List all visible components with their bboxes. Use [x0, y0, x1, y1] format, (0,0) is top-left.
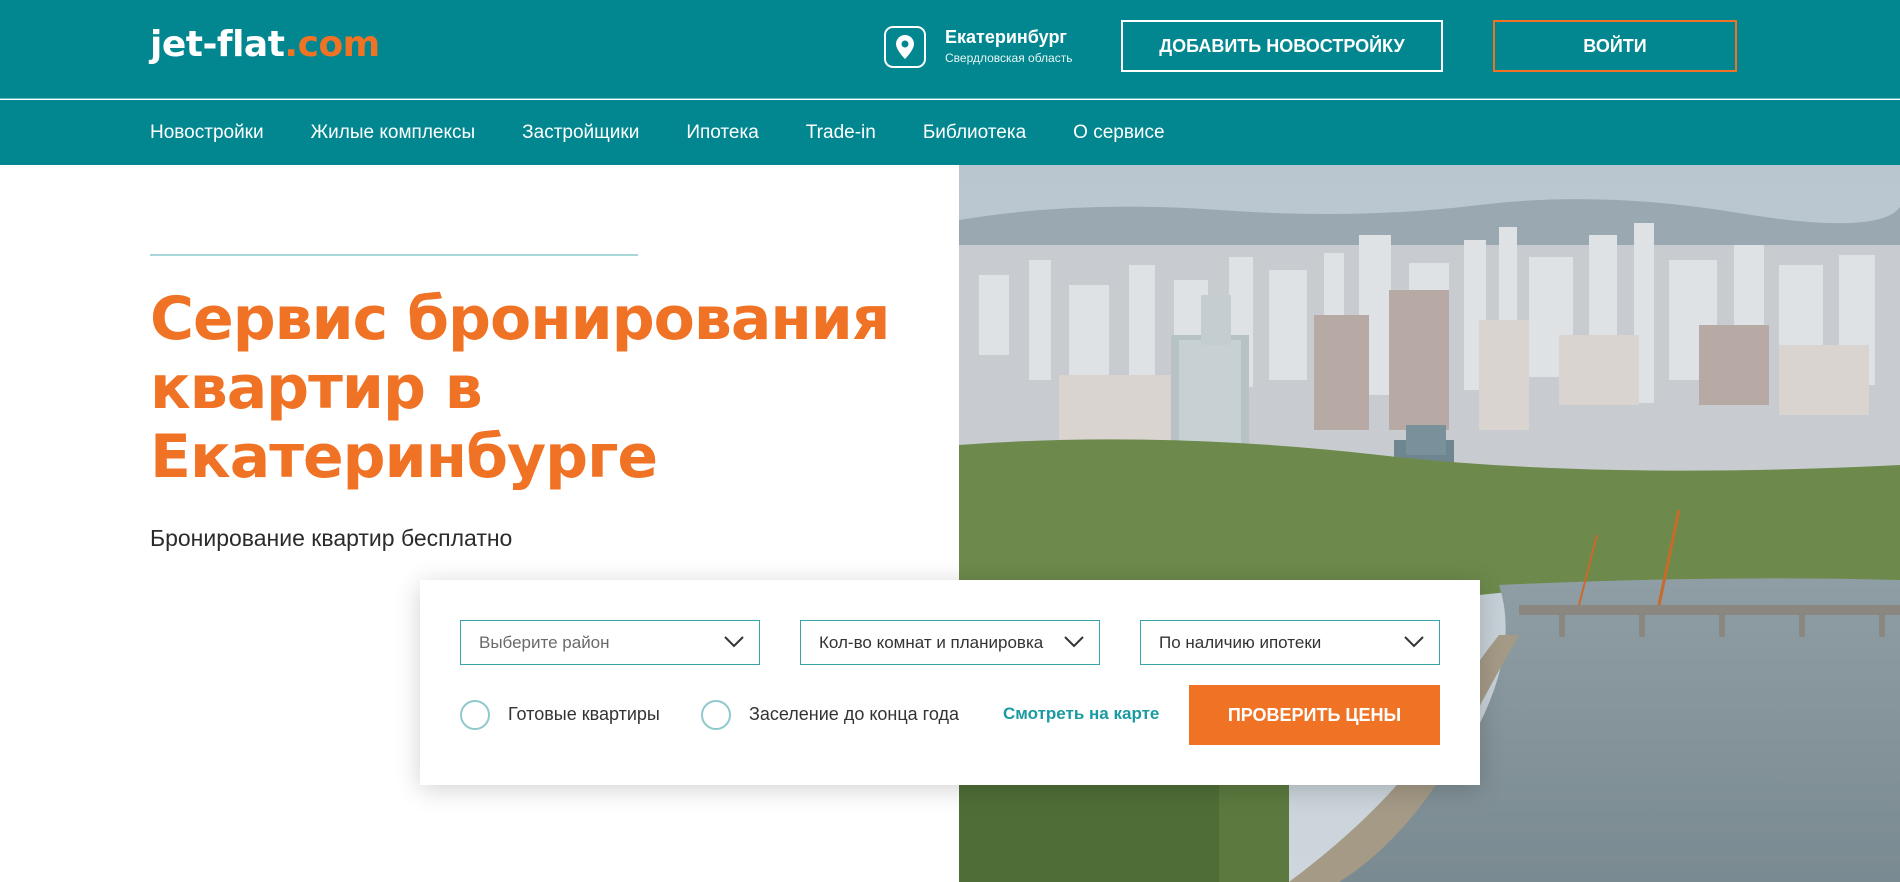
nav-item-library[interactable]: Библиотека [923, 122, 1026, 144]
mortgage-select-value: По наличию ипотеки [1159, 633, 1322, 652]
city-name[interactable]: Екатеринбург [945, 27, 1067, 48]
nav-item-mortgage[interactable]: Ипотека [686, 122, 758, 144]
logo-main: jet-flat [150, 24, 285, 65]
logo-tld: .com [284, 24, 380, 65]
hero-title-line-1: Сервис бронирования [150, 284, 890, 354]
chevron-down-icon [1403, 635, 1425, 654]
search-panel: Выберите район Кол-во комнат и планировк… [420, 580, 1480, 785]
move-in-radio-circle[interactable] [701, 700, 731, 730]
rooms-select[interactable]: Кол-во комнат и планировка [800, 620, 1100, 665]
main-nav: Новостройки Жилые комплексы Застройщики … [0, 100, 1900, 165]
hero-title-line-3: Екатеринбурге [150, 422, 658, 492]
nav-item-new-buildings[interactable]: Новостройки [150, 122, 264, 144]
login-button[interactable]: ВОЙТИ [1493, 20, 1737, 72]
nav-item-residential-complexes[interactable]: Жилые комплексы [311, 122, 476, 144]
chevron-down-icon [723, 635, 745, 654]
chevron-down-icon [1063, 635, 1085, 654]
mortgage-select[interactable]: По наличию ипотеки [1140, 620, 1440, 665]
map-pin-icon[interactable] [884, 26, 926, 68]
check-prices-button[interactable]: ПРОВЕРИТЬ ЦЕНЫ [1189, 685, 1440, 745]
add-new-building-button[interactable]: ДОБАВИТЬ НОВОСТРОЙКУ [1121, 20, 1443, 72]
district-select-value: Выберите район [479, 633, 610, 652]
nav-list: Новостройки Жилые комплексы Застройщики … [150, 100, 1212, 165]
hero-title: Сервис бронирования квартир в Екатеринбу… [150, 285, 950, 492]
top-header: jet-flat.com Екатеринбург Свердловская о… [0, 0, 1900, 99]
hero-title-line-2: квартир в [150, 353, 483, 423]
ready-apartments-radio-circle[interactable] [460, 700, 490, 730]
rooms-select-value: Кол-во комнат и планировка [819, 633, 1044, 652]
hero-subtitle: Бронирование квартир бесплатно [150, 525, 513, 551]
nav-item-about[interactable]: О сервисе [1073, 122, 1164, 144]
nav-item-developers[interactable]: Застройщики [522, 122, 639, 144]
site-logo[interactable]: jet-flat.com [150, 24, 380, 65]
ready-apartments-label[interactable]: Готовые квартиры [508, 704, 660, 725]
move-in-label[interactable]: Заселение до конца года [749, 704, 959, 725]
city-region: Свердловская область [945, 51, 1073, 65]
hero-divider [150, 254, 638, 256]
nav-item-trade-in[interactable]: Trade-in [806, 122, 876, 144]
page: jet-flat.com Екатеринбург Свердловская о… [0, 0, 1900, 882]
district-select[interactable]: Выберите район [460, 620, 760, 665]
view-on-map-link[interactable]: Смотреть на карте [1003, 704, 1159, 724]
